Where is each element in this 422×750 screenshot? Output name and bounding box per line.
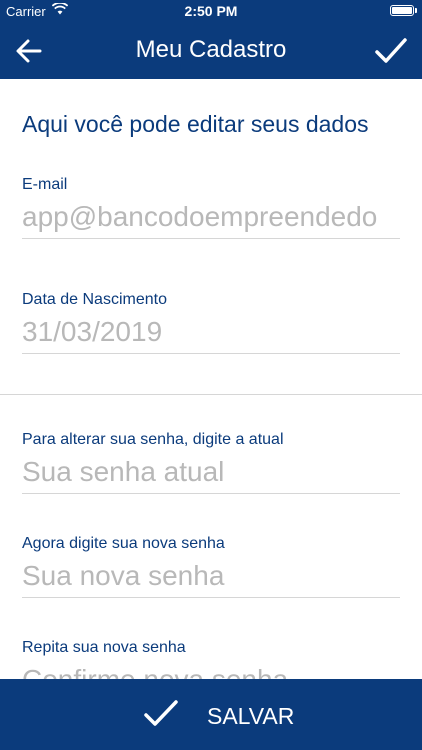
email-underline [22,238,400,239]
save-checkmark-icon [144,700,178,726]
section-divider [0,394,422,395]
birthdate-value: 31/03/2019 [22,316,163,347]
email-field: E-mail app@bancodoempreendedo [22,176,400,239]
battery-icon [390,5,414,16]
current-password-field: Para alterar sua senha, digite a atual [22,431,400,494]
current-password-input[interactable] [22,453,400,491]
battery-tip [415,8,417,13]
current-password-underline [22,493,400,494]
email-label: E-mail [22,176,68,193]
form-content: Aqui você pode editar seus dados E-mail … [0,79,422,679]
new-password-underline [22,597,400,598]
birthdate-field: Data de Nascimento 31/03/2019 [22,291,400,354]
repeat-password-field: Repita sua nova senha [22,639,400,679]
page-title: Meu Cadastro [135,36,287,63]
navigation-bar: Meu Cadastro [0,22,422,79]
current-password-label: Para alterar sua senha, digite a atual [22,431,284,448]
save-button-label: SALVAR [207,703,295,729]
top-bar: Carrier 2:50 PM Meu Cadastro [0,0,422,79]
new-password-field: Agora digite sua nova senha [22,535,400,598]
status-bar: Carrier 2:50 PM [0,0,422,22]
form-heading: Aqui você pode editar seus dados [22,111,369,137]
new-password-label: Agora digite sua nova senha [22,535,225,552]
email-value: app@bancodoempreendedo [22,201,378,232]
birthdate-underline [22,353,400,354]
repeat-password-input[interactable] [22,661,400,679]
new-password-input[interactable] [22,557,400,595]
clock: 2:50 PM [184,3,238,19]
save-button[interactable]: SALVAR [0,679,422,750]
checkmark-icon[interactable] [374,34,408,68]
birthdate-label: Data de Nascimento [22,291,167,308]
repeat-password-label: Repita sua nova senha [22,639,186,656]
